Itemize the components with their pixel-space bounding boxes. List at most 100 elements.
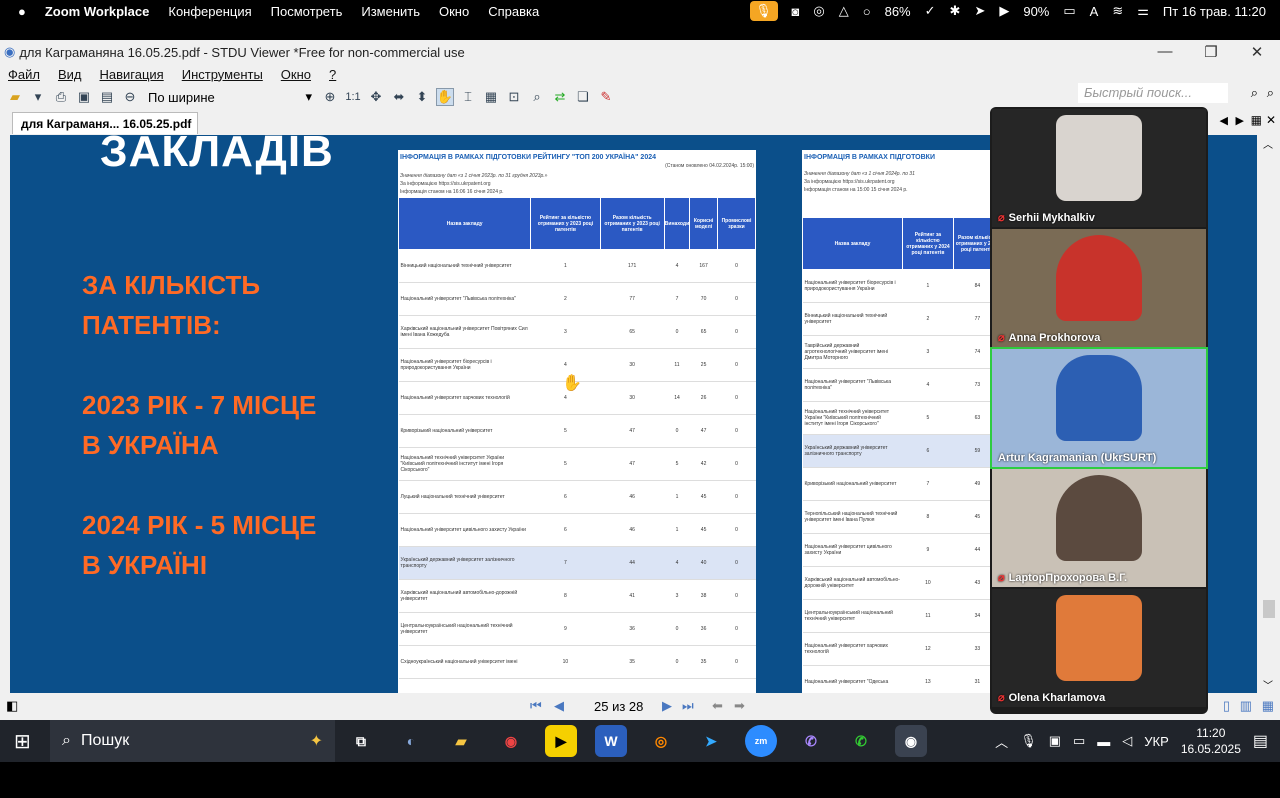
search-next-icon[interactable]: ⌕ (1267, 85, 1274, 101)
taskbar-clock[interactable]: 11:20 16.05.2025 (1181, 725, 1241, 757)
forward-icon[interactable]: ➡ (734, 698, 745, 714)
prev-page-icon[interactable]: ◀ (554, 698, 564, 714)
zoom-tray-icon[interactable]: ◙ (792, 4, 800, 19)
word-icon[interactable]: W (595, 725, 627, 757)
scroll-thumb[interactable] (1263, 600, 1275, 618)
menu-file[interactable]: Файл (8, 67, 40, 82)
menu-window[interactable]: Окно (281, 67, 311, 82)
tab-prev-icon[interactable]: ◀ (1220, 114, 1228, 127)
participant-tile[interactable]: ⌀ Olena Kharlamova (992, 589, 1206, 707)
player-icon[interactable]: ▶ (545, 725, 577, 757)
zoom-icon[interactable]: zm (745, 725, 777, 757)
fit-height-icon[interactable]: ⬍ (413, 88, 431, 106)
highlight-icon[interactable]: ✎ (597, 88, 615, 106)
hand-tool-icon[interactable]: ✋ (436, 88, 454, 106)
telegram-icon[interactable]: ➤ (974, 3, 985, 19)
fit-page-icon[interactable]: ✥ (367, 88, 385, 106)
menu-help[interactable]: Справка (488, 4, 539, 19)
sync-icon[interactable]: ⇄ (551, 88, 569, 106)
language-indicator[interactable]: УКР (1144, 734, 1169, 749)
mic-icon[interactable]: 🎙 (749, 1, 778, 21)
menu-view[interactable]: Посмотреть (271, 4, 343, 19)
chrome-icon[interactable]: ◉ (495, 725, 527, 757)
menu-conference[interactable]: Конференция (168, 4, 251, 19)
check-icon[interactable]: ✓ (925, 3, 936, 19)
datetime[interactable]: Пт 16 трав. 11:20 (1163, 4, 1266, 19)
network-icon[interactable]: ▭ (1073, 733, 1085, 749)
participant-tile[interactable]: ⌀ Serhii Mykhalkiv (992, 109, 1206, 227)
participant-tile[interactable]: ⌀ LaptopПрохорова В.Г. (992, 469, 1206, 587)
next-page-icon[interactable]: ▶ (662, 698, 672, 714)
menu-navigation[interactable]: Навигация (100, 67, 164, 82)
select-text-icon[interactable]: ⌶ (459, 88, 477, 106)
page-indicator[interactable]: 25 из 28 (594, 699, 643, 714)
vertical-scrollbar[interactable]: ︿ ﹀ (1258, 134, 1280, 694)
tab-list-icon[interactable]: ▦ (1251, 113, 1262, 127)
close-button[interactable]: ✕ (1234, 43, 1280, 61)
camera-tray-icon[interactable]: ▣ (1049, 733, 1061, 749)
actual-size-button[interactable]: 1:1 (344, 88, 362, 106)
dropdown-icon[interactable]: ▾ (29, 88, 47, 106)
menu-help[interactable]: ? (329, 67, 336, 82)
viber-icon[interactable]: ✆ (795, 725, 827, 757)
find-icon[interactable]: ⌕ (528, 88, 546, 106)
menu-window[interactable]: Окно (439, 4, 469, 19)
battery-tray-icon[interactable]: ▬ (1097, 734, 1110, 749)
chevron-up-icon[interactable]: ︿ (995, 732, 1008, 751)
zoom-select[interactable]: По ширине ▾ (144, 87, 316, 107)
stdu-viewer-icon[interactable]: ◉ (895, 725, 927, 757)
drive-icon[interactable]: △ (839, 3, 849, 19)
scroll-down-icon[interactable]: ﹀ (1263, 677, 1273, 692)
copy-icon[interactable]: ❏ (574, 88, 592, 106)
tab-close-icon[interactable]: ✕ (1266, 113, 1276, 127)
back-icon[interactable]: ⬅ (712, 698, 723, 714)
apple-icon[interactable]: ● (18, 4, 26, 19)
copilot-icon[interactable]: ◐ (395, 725, 427, 757)
menu-tools[interactable]: Инструменты (182, 67, 263, 82)
participant-tile-active[interactable]: Artur Kagramanian (UkrSURT) (990, 347, 1208, 469)
open-folder-icon[interactable]: ▰ (6, 88, 24, 106)
thumbnails-icon[interactable]: ▣ (75, 88, 93, 106)
quick-search-input[interactable]: Быстрый поиск... (1078, 83, 1228, 103)
file-explorer-icon[interactable]: ▰ (445, 725, 477, 757)
grid-page-icon[interactable]: ▦ (1262, 698, 1274, 714)
first-page-icon[interactable]: ⏮ (530, 698, 542, 714)
single-page-icon[interactable]: ▯ (1223, 698, 1230, 714)
scroll-up-icon[interactable]: ︿ (1263, 136, 1273, 151)
sidebar-toggle-icon[interactable]: ◧ (6, 698, 18, 714)
document-tab[interactable]: для Каграманя... 16.05.25.pdf (12, 112, 198, 134)
search-prev-icon[interactable]: ⌕ (1251, 85, 1258, 101)
play-icon[interactable]: ▶ (999, 3, 1009, 19)
gear-icon[interactable]: ✱ (950, 3, 961, 19)
zoom-in-icon[interactable]: ⊕ (321, 88, 339, 106)
input-source[interactable]: A (1090, 4, 1099, 19)
app-name[interactable]: Zoom Workplace (45, 4, 150, 19)
taskbar-search[interactable]: ⌕ Пошук ✦ (50, 720, 335, 762)
viber-tray-icon[interactable]: ◎ (813, 3, 824, 19)
menu-view[interactable]: Вид (58, 67, 82, 82)
control-center-icon[interactable]: ⚌ (1137, 3, 1149, 19)
snapshot-icon[interactable]: ⊡ (505, 88, 523, 106)
task-view-icon[interactable]: ⧉ (345, 725, 377, 757)
select-image-icon[interactable]: ▦ (482, 88, 500, 106)
whatsapp-icon[interactable]: ✆ (845, 725, 877, 757)
menu-edit[interactable]: Изменить (361, 4, 420, 19)
tab-next-icon[interactable]: ▶ (1236, 114, 1244, 127)
telegram-icon[interactable]: ➤ (695, 725, 727, 757)
notifications-icon[interactable]: ▤ (1253, 731, 1268, 751)
windows-start-icon[interactable]: ⊞ (14, 729, 31, 754)
blender-icon[interactable]: ◎ (645, 725, 677, 757)
wifi-icon[interactable]: ≋ (1112, 3, 1123, 19)
circle-icon[interactable]: ○ (863, 4, 871, 19)
participant-tile[interactable]: ⌀ Anna Prokhorova (992, 229, 1206, 347)
two-page-icon[interactable]: ▥ (1240, 698, 1252, 714)
mic-tray-icon[interactable]: 🎙 (1020, 733, 1037, 749)
bookmarks-icon[interactable]: ▤ (98, 88, 116, 106)
zoom-out-icon[interactable]: ⊖ (121, 88, 139, 106)
minimize-button[interactable]: — (1142, 43, 1188, 61)
last-page-icon[interactable]: ⏭ (682, 698, 694, 714)
print-icon[interactable]: ⎙ (52, 88, 70, 106)
volume-icon[interactable]: ◁ (1122, 733, 1132, 749)
fit-width-icon[interactable]: ⬌ (390, 88, 408, 106)
restore-button[interactable]: ❐ (1188, 43, 1234, 61)
